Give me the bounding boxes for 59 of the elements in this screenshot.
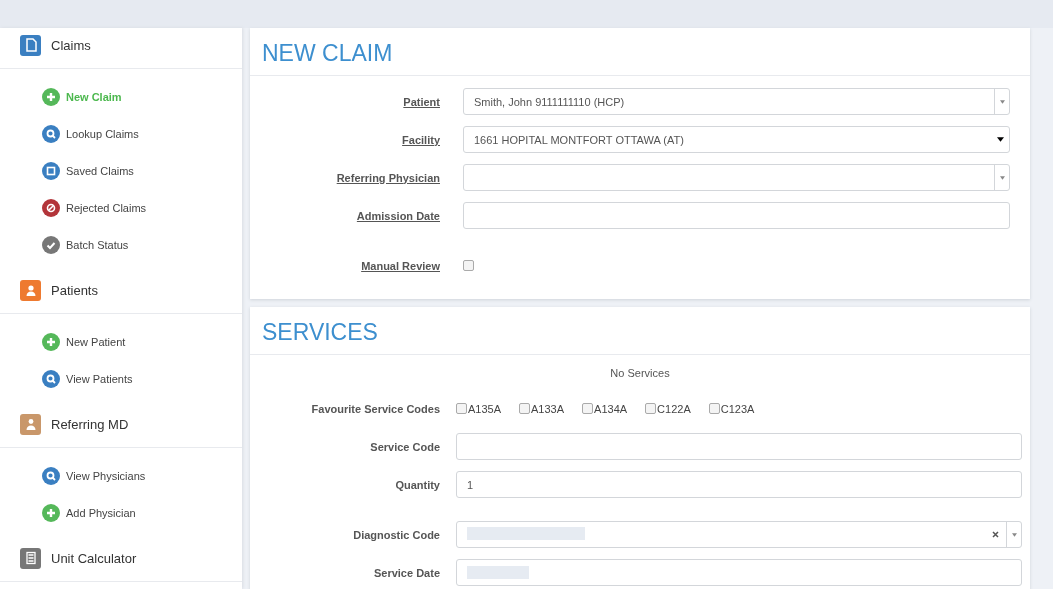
sidebar-item[interactable]: Add Physician	[42, 503, 242, 523]
date-field[interactable]	[456, 559, 1022, 586]
field-label: Favourite Service Codes	[310, 402, 440, 415]
prohibited-icon	[42, 199, 60, 217]
input-field[interactable]	[463, 202, 1010, 229]
favourite-code[interactable]: C122A	[645, 402, 691, 415]
search-icon	[42, 370, 60, 388]
checkmark-icon	[42, 236, 60, 254]
sidebar-item[interactable]: New Patient	[42, 332, 242, 352]
sidebar-item[interactable]: Saved Claims	[42, 161, 242, 181]
field-label: Quantity	[394, 478, 440, 491]
field-label: Service Code	[369, 440, 440, 453]
checkbox[interactable]	[645, 402, 657, 414]
section-title: Referring MD	[51, 416, 129, 432]
clear-icon[interactable]	[992, 531, 999, 538]
caret-icon	[999, 99, 1005, 104]
input-field[interactable]: 1	[456, 471, 1022, 498]
sidebar-item[interactable]: Batch Status	[42, 235, 242, 255]
plus-icon	[42, 504, 60, 522]
checkbox[interactable]	[463, 259, 474, 271]
favourite-code[interactable]: A134A	[582, 402, 628, 415]
section-title: Patients	[51, 282, 98, 298]
field-label: Service Date	[372, 566, 440, 579]
sidebar-item[interactable]: Lookup Claims	[42, 124, 242, 144]
select-field[interactable]: Smith, John 9111111110 (HCP)	[463, 88, 1010, 115]
field-label: Admission Date	[355, 209, 440, 222]
input-field[interactable]	[456, 433, 1022, 460]
search-icon	[42, 467, 60, 485]
search-icon	[42, 125, 60, 143]
field-label: Referring Physician	[335, 171, 440, 184]
plus-icon	[42, 333, 60, 351]
caret-icon	[1011, 532, 1017, 537]
checkbox[interactable]	[582, 402, 594, 414]
floppy-disk-icon	[42, 162, 60, 180]
sidebar-item[interactable]: View Patients	[42, 369, 242, 389]
checkbox[interactable]	[708, 402, 720, 414]
sidebar-item[interactable]: View Physicians	[42, 466, 242, 486]
field-label: Facility	[401, 133, 440, 146]
field-label: Diagnostic Code	[352, 528, 440, 541]
section-title: Unit Calculator	[51, 550, 137, 566]
card-title: NEW CLAIM	[250, 28, 1030, 76]
caret-icon	[999, 175, 1005, 180]
checkbox[interactable]	[456, 402, 467, 414]
section-title: Claims	[51, 37, 91, 53]
select-field[interactable]	[456, 521, 1022, 548]
plus-icon	[42, 88, 60, 106]
favourite-code[interactable]: A133A	[519, 402, 565, 415]
card-title: SERVICES	[250, 307, 1030, 355]
favourite-code[interactable]: C123A	[708, 402, 755, 415]
field-label: Manual Review	[360, 259, 440, 272]
field-label: Patient	[402, 95, 440, 108]
select-field[interactable]	[463, 164, 1010, 191]
empty-message: No Services	[609, 366, 671, 381]
favourite-code[interactable]: A135A	[456, 402, 502, 415]
select-field[interactable]: 1661 HOPITAL MONTFORT OTTAWA (AT)	[463, 126, 1010, 153]
placeholder-bar	[467, 566, 529, 579]
sidebar-item[interactable]: Rejected Claims	[42, 198, 242, 218]
checkbox[interactable]	[519, 402, 531, 414]
caret-icon	[997, 137, 1004, 142]
